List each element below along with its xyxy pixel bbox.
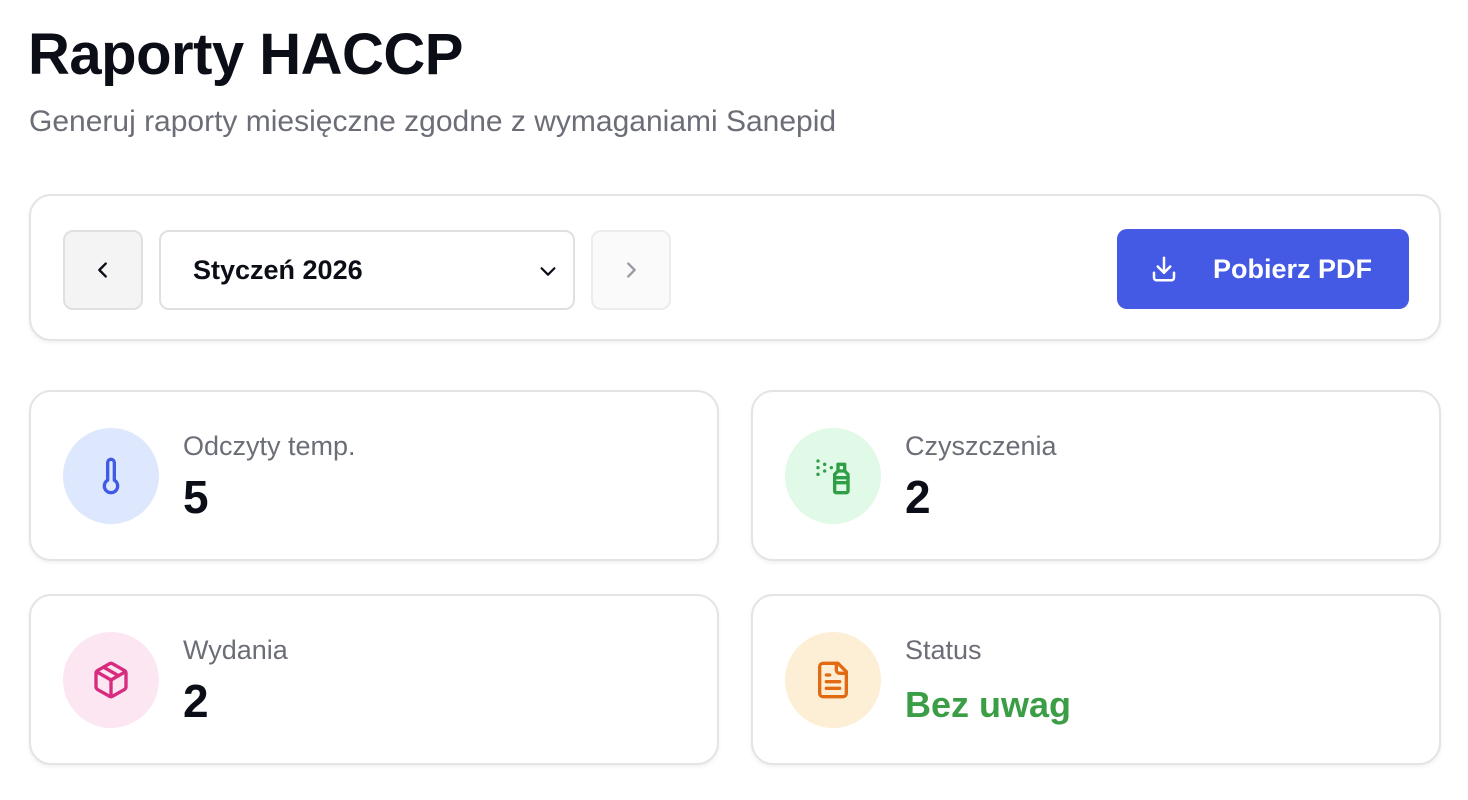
- month-select-value: Styczeń 2026: [193, 254, 363, 285]
- stat-icon-wrapper: [63, 632, 159, 728]
- stat-icon-wrapper: [785, 428, 881, 524]
- stat-icon-wrapper: [63, 428, 159, 524]
- chevron-down-icon: [540, 267, 556, 276]
- stat-label: Wydania: [183, 635, 288, 665]
- chevron-left-icon: [98, 262, 107, 278]
- page-subtitle: Generuj raporty miesięczne zgodne z wyma…: [29, 105, 837, 138]
- page-title: Raporty HACCP: [28, 22, 464, 87]
- reports-page: Raporty HACCP Generuj raporty miesięczne…: [0, 0, 1468, 800]
- stat-label: Status: [905, 635, 982, 665]
- stat-card-releases: Wydania 2: [29, 594, 719, 765]
- spray-bottle-icon: [816, 459, 850, 495]
- document-icon: [818, 661, 848, 699]
- download-pdf-label: Pobierz PDF: [1213, 254, 1373, 284]
- thermometer-icon: [102, 457, 120, 495]
- download-pdf-button[interactable]: Pobierz PDF: [1117, 229, 1409, 309]
- month-select[interactable]: Styczeń 2026: [159, 230, 575, 310]
- stat-label: Odczyty temp.: [183, 431, 356, 461]
- stat-card-cleaning: Czyszczenia 2: [751, 390, 1441, 561]
- stat-label: Czyszczenia: [905, 431, 1057, 461]
- previous-month-button[interactable]: [63, 230, 143, 310]
- package-icon: [94, 661, 128, 699]
- stat-card-temperature: Odczyty temp. 5: [29, 390, 719, 561]
- status-value: Bez uwag: [905, 684, 1072, 725]
- stat-card-status: Status Bez uwag: [751, 594, 1441, 765]
- download-icon: [1152, 256, 1176, 282]
- chevron-right-icon: [627, 262, 636, 278]
- stat-value: 2: [183, 675, 209, 727]
- next-month-button[interactable]: [591, 230, 671, 310]
- stat-value: 5: [183, 471, 209, 523]
- stat-icon-wrapper: [785, 632, 881, 728]
- stat-value: 2: [905, 471, 931, 523]
- report-toolbar: Styczeń 2026 Pobierz PDF: [29, 194, 1441, 341]
